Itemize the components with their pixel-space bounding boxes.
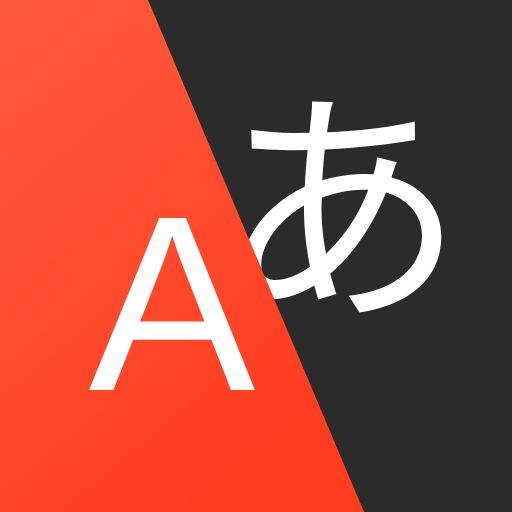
translate-app-icon: あ A [0, 0, 512, 512]
latin-glyph: A [89, 164, 256, 443]
translate-icon: あ A [0, 0, 512, 512]
